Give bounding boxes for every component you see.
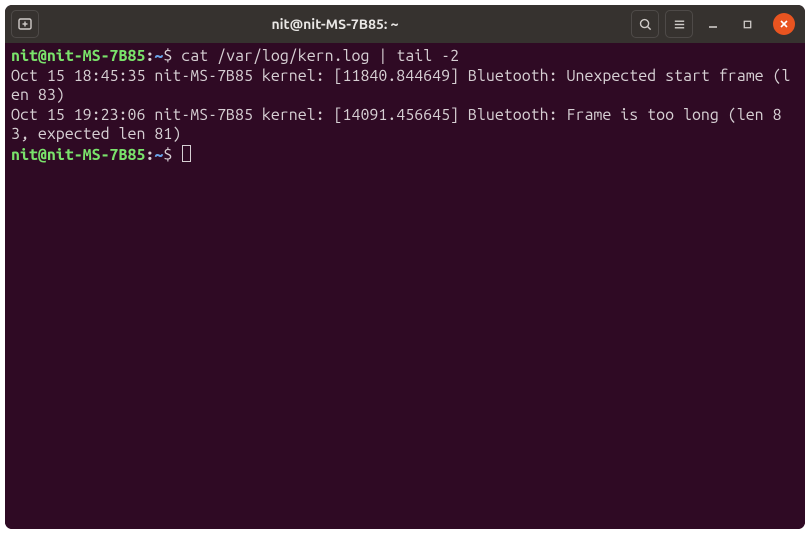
- titlebar: nit@nit-MS-7B85: ~: [5, 5, 805, 43]
- cursor: [182, 145, 191, 162]
- maximize-icon: [742, 19, 753, 30]
- prompt-path: ~: [154, 146, 163, 164]
- prompt-symbol: $: [163, 47, 172, 65]
- output-line: Oct 15 19:23:06 nit-MS-7B85 kernel: [140…: [11, 106, 799, 145]
- terminal-body[interactable]: nit@nit-MS-7B85:~$ cat /var/log/kern.log…: [5, 43, 805, 529]
- new-tab-button[interactable]: [11, 10, 39, 38]
- minimize-icon: [707, 18, 719, 30]
- maximize-button[interactable]: [733, 10, 761, 38]
- prompt-line-2: nit@nit-MS-7B85:~$: [11, 145, 799, 166]
- new-tab-icon: [17, 16, 33, 32]
- output-line: Oct 15 18:45:35 nit-MS-7B85 kernel: [118…: [11, 67, 799, 106]
- terminal-window: nit@nit-MS-7B85: ~: [0, 0, 810, 534]
- search-button[interactable]: [631, 10, 659, 38]
- hamburger-icon: [672, 17, 687, 32]
- search-icon: [638, 17, 653, 32]
- prompt-path: ~: [154, 47, 163, 65]
- prompt-line-1: nit@nit-MS-7B85:~$ cat /var/log/kern.log…: [11, 47, 799, 67]
- prompt-user: nit@nit-MS-7B85: [11, 47, 145, 65]
- command-text: cat /var/log/kern.log | tail -2: [181, 47, 459, 65]
- close-icon: [779, 19, 789, 29]
- minimize-button[interactable]: [699, 10, 727, 38]
- window-title: nit@nit-MS-7B85: ~: [45, 16, 625, 32]
- menu-button[interactable]: [665, 10, 693, 38]
- close-button[interactable]: [773, 13, 795, 35]
- prompt-symbol: $: [163, 146, 172, 164]
- prompt-user: nit@nit-MS-7B85: [11, 146, 145, 164]
